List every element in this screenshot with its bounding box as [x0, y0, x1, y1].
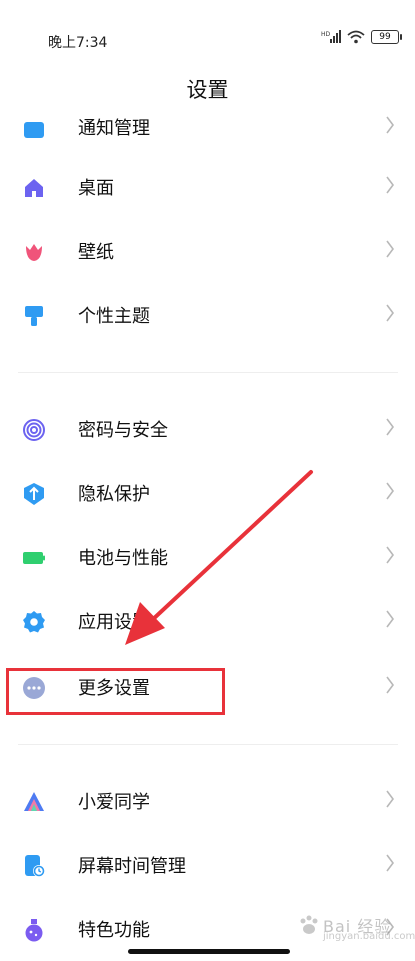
settings-item-app-settings[interactable]: 应用设置	[0, 592, 415, 652]
fingerprint-icon	[23, 419, 45, 441]
notification-icon	[24, 122, 44, 138]
gear-icon	[23, 611, 45, 633]
chevron-right-icon	[386, 418, 394, 436]
chevron-right-icon	[386, 176, 394, 194]
tulip-icon	[26, 244, 42, 261]
chevron-right-icon	[386, 116, 394, 134]
chevron-right-icon	[386, 610, 394, 628]
watermark-logo: Bai 经验 jingyan.baidu.com	[297, 907, 415, 949]
settings-item-notifications[interactable]: 通知管理	[0, 106, 415, 166]
settings-item-label: 应用设置	[78, 612, 150, 633]
settings-item-wallpaper[interactable]: 壁纸	[0, 222, 415, 282]
paint-brush-icon	[25, 306, 43, 326]
settings-list: 通知管理 桌面 壁纸 个性主题 密码与安全 隐私保护 电池与性能 应用设置 更多…	[0, 0, 415, 961]
watermark-subtext: jingyan.baidu.com	[323, 931, 415, 942]
settings-item-themes[interactable]: 个性主题	[0, 286, 415, 346]
settings-item-screen-time[interactable]: 屏幕时间管理	[0, 836, 415, 896]
settings-item-privacy[interactable]: 隐私保护	[0, 464, 415, 524]
chevron-right-icon	[386, 854, 394, 872]
screen-time-icon	[25, 855, 45, 877]
chevron-right-icon	[386, 790, 394, 808]
settings-item-label: 壁纸	[78, 242, 114, 263]
chevron-right-icon	[386, 482, 394, 500]
section-divider	[18, 744, 398, 745]
settings-item-label: 个性主题	[78, 306, 150, 327]
home-indicator[interactable]	[128, 949, 290, 954]
settings-item-label: 电池与性能	[78, 548, 168, 569]
annotation-highlight-box	[6, 668, 225, 715]
section-divider	[18, 372, 398, 373]
paw-icon	[300, 915, 318, 934]
settings-item-label: 密码与安全	[78, 420, 168, 441]
flask-icon	[25, 919, 43, 942]
xiaoai-icon	[24, 792, 44, 811]
privacy-shield-icon	[24, 483, 44, 505]
settings-item-password-security[interactable]: 密码与安全	[0, 400, 415, 460]
chevron-right-icon	[386, 676, 394, 694]
settings-item-label: 屏幕时间管理	[78, 856, 186, 877]
settings-item-label: 特色功能	[78, 920, 150, 941]
home-icon	[25, 179, 43, 197]
settings-item-label: 隐私保护	[78, 484, 150, 505]
settings-item-xiaoai[interactable]: 小爱同学	[0, 772, 415, 832]
settings-item-label: 桌面	[78, 178, 114, 199]
battery-icon	[23, 552, 45, 564]
chevron-right-icon	[386, 304, 394, 322]
settings-item-desktop[interactable]: 桌面	[0, 158, 415, 218]
settings-item-label: 通知管理	[78, 118, 150, 139]
chevron-right-icon	[386, 546, 394, 564]
settings-item-label: 小爱同学	[78, 792, 150, 813]
chevron-right-icon	[386, 240, 394, 258]
settings-item-battery-performance[interactable]: 电池与性能	[0, 528, 415, 588]
